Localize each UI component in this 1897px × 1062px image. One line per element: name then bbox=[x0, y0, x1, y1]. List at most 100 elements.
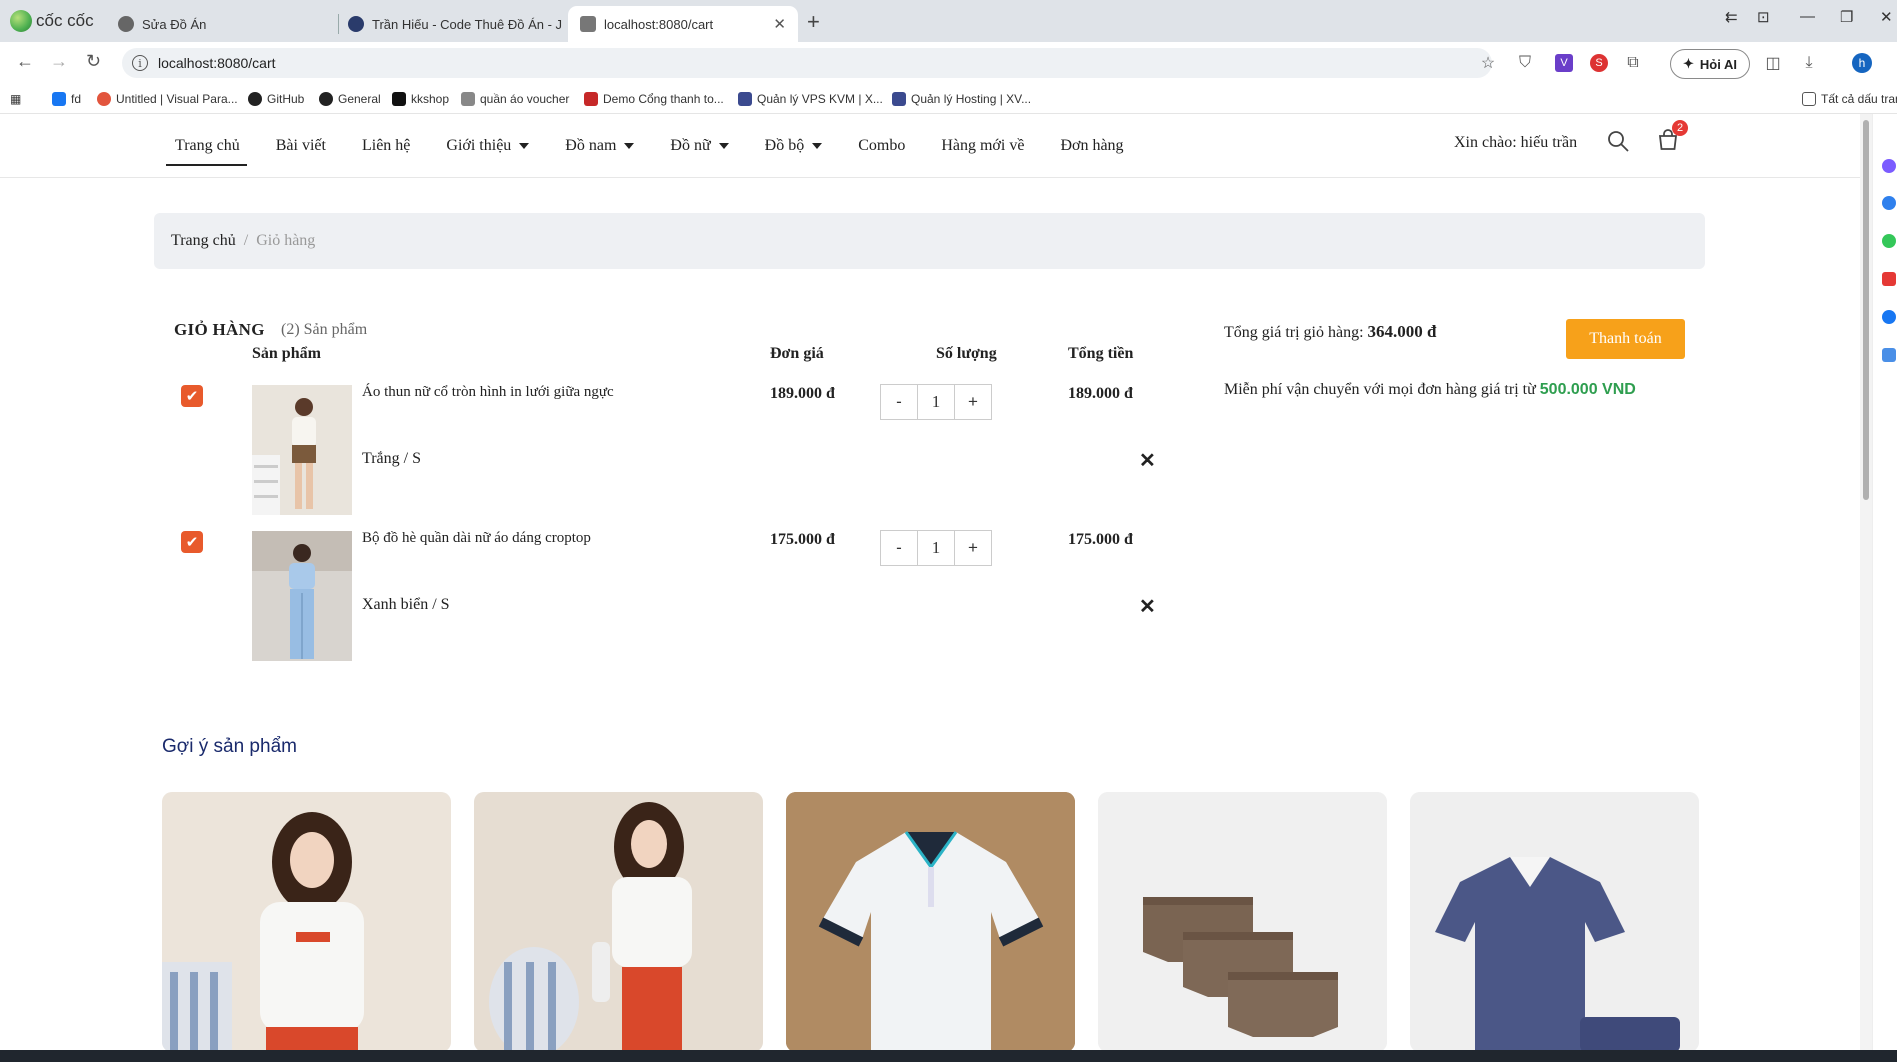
browser-tab-active[interactable]: localhost:8080/cart ✕ bbox=[568, 6, 798, 42]
qty-increase-button[interactable]: + bbox=[954, 385, 991, 419]
browser-tab[interactable]: Sửa Đồ Án bbox=[106, 6, 336, 42]
tab-search-icon[interactable]: ⇇ bbox=[1725, 8, 1738, 26]
nav-item-4[interactable]: Đồ nam bbox=[565, 114, 635, 178]
suggested-product-card[interactable] bbox=[474, 792, 763, 1050]
product-name-link[interactable]: Áo thun nữ cổ tròn hình in lưới giữa ngự… bbox=[362, 384, 614, 401]
profile-avatar[interactable]: h bbox=[1852, 53, 1872, 73]
item-select-checkbox[interactable]: ✔ bbox=[181, 385, 203, 407]
site-info-icon[interactable]: i bbox=[132, 55, 148, 71]
bookmark-item[interactable]: fd bbox=[52, 89, 81, 109]
suggested-product-card[interactable] bbox=[162, 792, 451, 1050]
suggestions-title: Gợi ý sản phẩm bbox=[162, 736, 297, 757]
extension-s-icon[interactable]: S bbox=[1590, 54, 1608, 72]
youtube-icon[interactable] bbox=[1882, 272, 1896, 286]
page-favicon-icon bbox=[580, 16, 596, 32]
facebook-icon[interactable] bbox=[1882, 310, 1896, 324]
bookmark-item[interactable]: GitHub bbox=[248, 89, 304, 109]
nav-item-label: Liên hệ bbox=[361, 137, 411, 154]
line-total: 189.000 đ bbox=[1068, 385, 1133, 402]
mail-icon[interactable] bbox=[1882, 348, 1896, 362]
os-taskbar bbox=[0, 1050, 1897, 1062]
remove-item-icon[interactable]: ✕ bbox=[1139, 448, 1156, 473]
extension-v-icon[interactable]: V bbox=[1555, 54, 1573, 72]
col-header-quantity: Số lượng bbox=[936, 345, 997, 362]
bookmark-item[interactable]: Untitled | Visual Para... bbox=[97, 89, 238, 109]
minimize-icon[interactable]: — bbox=[1800, 8, 1815, 25]
search-icon[interactable] bbox=[1606, 129, 1630, 153]
nav-item-2[interactable]: Liên hệ bbox=[362, 114, 410, 178]
ask-ai-label: Hỏi AI bbox=[1699, 56, 1737, 72]
product-name-link[interactable]: Bộ đồ hè quần dài nữ áo dáng croptop bbox=[362, 530, 591, 547]
site-header: Trang chủ Bài viết Liên hệ Giới thiệu Đồ nam… bbox=[0, 114, 1860, 178]
suggested-product-card[interactable] bbox=[786, 792, 1075, 1050]
extensions-icon[interactable]: ⧉ bbox=[1624, 54, 1642, 72]
close-window-icon[interactable]: ✕ bbox=[1880, 8, 1893, 26]
site-favicon-icon bbox=[348, 16, 364, 32]
nav-item-5[interactable]: Đồ nữ bbox=[670, 114, 729, 178]
breadcrumb-home-link[interactable]: Trang chủ bbox=[171, 232, 236, 250]
product-thumbnail[interactable] bbox=[252, 385, 352, 515]
messenger-icon[interactable] bbox=[1882, 159, 1896, 173]
new-tab-button[interactable]: + bbox=[807, 9, 820, 35]
nav-item-1[interactable]: Bài viết bbox=[276, 114, 326, 178]
checkout-button[interactable]: Thanh toán bbox=[1566, 319, 1685, 359]
bookmark-star-icon[interactable]: ☆ bbox=[1479, 54, 1497, 72]
back-icon[interactable]: ← bbox=[16, 51, 34, 72]
chat-icon[interactable] bbox=[1882, 234, 1896, 248]
suggested-product-card[interactable] bbox=[1410, 792, 1699, 1050]
item-select-checkbox[interactable]: ✔ bbox=[181, 531, 203, 553]
unit-price: 189.000 đ bbox=[770, 385, 835, 402]
product-photo-woman-white-tee-posing bbox=[474, 792, 763, 1050]
forward-icon[interactable]: → bbox=[50, 51, 68, 72]
qty-decrease-button[interactable]: - bbox=[881, 531, 917, 565]
bookmark-item[interactable]: quần áo voucher bbox=[461, 89, 569, 109]
bookmark-item[interactable]: Demo Cổng thanh to... bbox=[584, 89, 724, 109]
shield-icon[interactable]: ⛉ bbox=[1516, 54, 1534, 72]
line-total: 175.000 đ bbox=[1068, 531, 1133, 548]
browser-tab[interactable]: Trần Hiếu - Code Thuê Đồ Án - J bbox=[336, 6, 564, 42]
zalo-icon[interactable] bbox=[1882, 196, 1896, 210]
bookmark-item[interactable]: Quản lý Hosting | XV... bbox=[892, 89, 1031, 109]
nav-item-label: Bài viết bbox=[275, 137, 326, 154]
kkshop-icon bbox=[392, 92, 406, 106]
ask-ai-button[interactable]: ✦ Hỏi AI bbox=[1670, 49, 1750, 79]
suggested-product-card[interactable] bbox=[1098, 792, 1387, 1050]
sidebar-icon[interactable]: ◫ bbox=[1764, 54, 1782, 72]
qty-increase-button[interactable]: + bbox=[954, 531, 991, 565]
product-variant: Trắng / S bbox=[362, 450, 421, 467]
page-scrollbar[interactable] bbox=[1860, 114, 1872, 1050]
nav-item-0[interactable]: Trang chủ bbox=[166, 114, 247, 178]
bookmark-item[interactable]: kkshop bbox=[392, 89, 449, 109]
all-bookmarks-folder[interactable]: Tất cả dấu tran bbox=[1802, 89, 1897, 109]
bookmark-label: quần áo voucher bbox=[480, 92, 570, 106]
url-input[interactable]: i localhost:8080/cart bbox=[122, 48, 1492, 78]
bookmark-item[interactable]: Quản lý VPS KVM | X... bbox=[738, 89, 883, 109]
qty-input[interactable]: 1 bbox=[917, 531, 954, 565]
close-tab-icon[interactable]: ✕ bbox=[773, 15, 786, 33]
caret-down-icon bbox=[624, 143, 635, 149]
bookmark-item[interactable]: General bbox=[319, 89, 381, 109]
nav-item-6[interactable]: Đồ bộ bbox=[765, 114, 823, 178]
shipping-note: Miễn phí vận chuyển với mọi đơn hàng giá… bbox=[1224, 381, 1636, 399]
nav-item-8[interactable]: Hàng mới về bbox=[941, 114, 1024, 178]
remove-item-icon[interactable]: ✕ bbox=[1139, 594, 1156, 619]
bookmark-label: Demo Cổng thanh to... bbox=[603, 92, 724, 106]
download-icon[interactable]: ⤓ bbox=[1800, 54, 1818, 72]
tab-title: Trần Hiếu - Code Thuê Đồ Án - J bbox=[372, 16, 563, 32]
product-thumbnail[interactable] bbox=[252, 531, 352, 661]
reload-icon[interactable]: ↻ bbox=[86, 51, 101, 72]
scrollbar-thumb[interactable] bbox=[1863, 120, 1869, 500]
apps-grid-icon[interactable]: ▦ bbox=[10, 89, 21, 109]
nav-item-3[interactable]: Giới thiệu bbox=[446, 114, 530, 178]
nav-item-label: Combo bbox=[858, 137, 906, 154]
product-photo-woman-white-tee bbox=[252, 385, 352, 515]
voucher-icon bbox=[461, 92, 475, 106]
qty-input[interactable]: 1 bbox=[917, 385, 954, 419]
restore-icon[interactable]: ❐ bbox=[1840, 8, 1853, 26]
nav-item-9[interactable]: Đơn hàng bbox=[1060, 114, 1123, 178]
qty-decrease-button[interactable]: - bbox=[881, 385, 917, 419]
browser-brand: cốc cốc bbox=[10, 8, 94, 34]
screenshot-icon[interactable]: ⊡ bbox=[1757, 8, 1770, 26]
nav-item-7[interactable]: Combo bbox=[858, 114, 905, 178]
user-greeting[interactable]: Xin chào: hiếu trần bbox=[1454, 134, 1577, 152]
